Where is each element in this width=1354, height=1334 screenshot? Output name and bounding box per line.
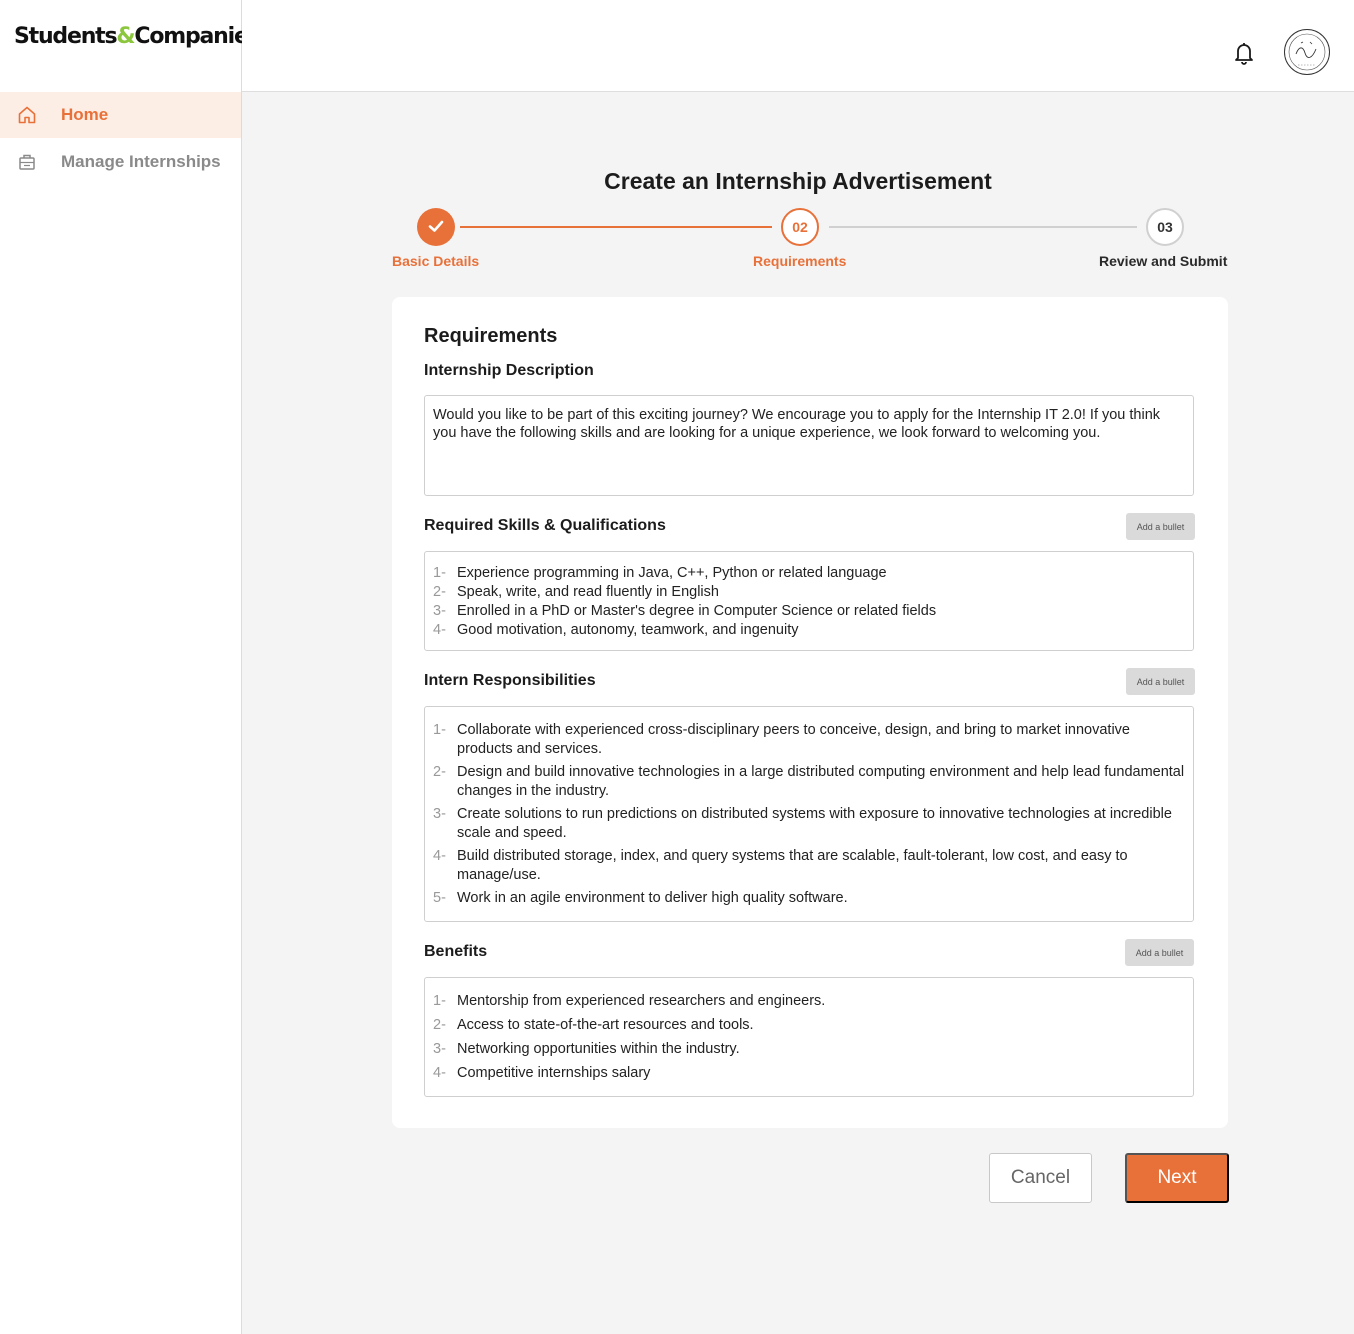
- list-item-number: 3-: [433, 603, 446, 619]
- list-item-text: Create solutions to run predictions on d…: [457, 806, 1172, 841]
- list-item-text: Access to state-of-the-art resources and…: [457, 1017, 754, 1033]
- list-item-number: 3-: [433, 806, 446, 822]
- list-item-number: 2-: [433, 1017, 446, 1033]
- step-3-indicator[interactable]: 03: [1146, 208, 1184, 246]
- list-item-text: Mentorship from experienced researchers …: [457, 993, 826, 1009]
- sidebar-item-label: Home: [61, 105, 109, 124]
- benefits-list: 1- Mentorship from experienced researcher…: [433, 992, 1185, 1083]
- list-item-text: Design and build innovative technologies…: [457, 764, 1185, 799]
- top-header: [242, 0, 1354, 92]
- company-logo-icon: [1288, 33, 1326, 71]
- list-item: 2- Design and build innovative technologi…: [433, 763, 1185, 801]
- skills-add-bullet-button[interactable]: Add a bullet: [1126, 513, 1195, 540]
- list-item-number: 4-: [433, 848, 446, 864]
- benefits-add-bullet-button[interactable]: Add a bullet: [1125, 939, 1194, 966]
- step-2-label[interactable]: Requirements: [753, 253, 846, 269]
- briefcase-icon: [17, 152, 37, 172]
- list-item: 1- Collaborate with experienced cross-dis…: [433, 721, 1185, 759]
- list-item-number: 1-: [433, 993, 446, 1009]
- stepper-connector-pending: [829, 226, 1137, 228]
- step-2-indicator[interactable]: 02: [781, 208, 819, 246]
- benefits-label: Benefits: [424, 943, 488, 960]
- responsibilities-add-bullet-button[interactable]: Add a bullet: [1126, 668, 1195, 695]
- list-item: 3- Create solutions to run predictions on…: [433, 805, 1185, 843]
- list-item-text: Work in an agile environment to deliver …: [457, 890, 848, 906]
- description-text: Would you like to be part of this exciti…: [433, 407, 1161, 441]
- list-item-text: Good motivation, autonomy, teamwork, and…: [457, 622, 799, 638]
- page-title: Create an Internship Advertisement: [604, 168, 992, 194]
- skills-list-field[interactable]: 1- Experience programming in Java, C++, P…: [424, 551, 1194, 651]
- description-label: Internship Description: [424, 362, 594, 379]
- list-item-number: 5-: [433, 890, 446, 906]
- benefits-list-field[interactable]: 1- Mentorship from experienced researcher…: [424, 977, 1194, 1097]
- list-item: 2- Access to state-of-the-art resources a…: [433, 1016, 1185, 1035]
- skills-label: Required Skills & Qualifications: [424, 517, 666, 534]
- list-item-text: Collaborate with experienced cross-disci…: [457, 722, 1130, 757]
- stepper-connector-completed: [460, 226, 772, 228]
- list-item: 5- Work in an agile environment to delive…: [433, 889, 1185, 908]
- list-item: 1- Mentorship from experienced researcher…: [433, 992, 1185, 1011]
- list-item-number: 4-: [433, 1065, 446, 1081]
- step-3-label[interactable]: Review and Submit: [1099, 253, 1227, 269]
- list-item-text: Networking opportunities within the indu…: [457, 1041, 740, 1057]
- logo-text-companies: Companies: [134, 24, 260, 49]
- step-1-indicator[interactable]: [417, 208, 455, 246]
- responsibilities-list: 1- Collaborate with experienced cross-dis…: [433, 721, 1185, 908]
- list-item: 4- Competitive internships salary: [433, 1064, 1185, 1083]
- list-item: 3- Networking opportunities within the in…: [433, 1040, 1185, 1059]
- sidebar-item-manage-internships[interactable]: Manage Internships: [0, 139, 241, 185]
- list-item: 4- Good motivation, autonomy, teamwork, a…: [433, 621, 1185, 640]
- sidebar-item-label: Manage Internships: [61, 152, 221, 171]
- list-item-number: 3-: [433, 1041, 446, 1057]
- avatar[interactable]: [1284, 29, 1330, 75]
- requirements-card: Requirements Internship Description Woul…: [392, 297, 1228, 1128]
- responsibilities-label: Intern Responsibilities: [424, 672, 596, 689]
- list-item-number: 2-: [433, 764, 446, 780]
- list-item-text: Build distributed storage, index, and qu…: [457, 848, 1128, 883]
- list-item-number: 1-: [433, 565, 446, 581]
- sidebar: Students&Companies Home Manage Internshi…: [0, 0, 261, 1334]
- home-icon: [17, 105, 37, 125]
- skills-list: 1- Experience programming in Java, C++, P…: [433, 564, 1185, 640]
- check-icon: [426, 216, 446, 239]
- logo-ampersand: &: [116, 24, 135, 49]
- bell-icon[interactable]: [1233, 40, 1255, 66]
- logo-text-students: Students: [14, 24, 118, 49]
- cancel-button[interactable]: Cancel: [989, 1153, 1092, 1203]
- list-item: 4- Build distributed storage, index, and …: [433, 847, 1185, 885]
- list-item-text: Enrolled in a PhD or Master's degree in …: [457, 603, 937, 619]
- next-button[interactable]: Next: [1125, 1153, 1229, 1203]
- list-item-number: 1-: [433, 722, 446, 738]
- sidebar-item-home[interactable]: Home: [0, 92, 241, 138]
- list-item: 1- Experience programming in Java, C++, P…: [433, 564, 1185, 583]
- card-title: Requirements: [424, 325, 558, 347]
- list-item-text: Speak, write, and read fluently in Engli…: [457, 584, 719, 600]
- step-1-label[interactable]: Basic Details: [392, 253, 479, 269]
- description-textarea[interactable]: Would you like to be part of this exciti…: [424, 395, 1194, 496]
- list-item-number: 2-: [433, 584, 446, 600]
- list-item: 2- Speak, write, and read fluently in Eng…: [433, 583, 1185, 602]
- brand-logo[interactable]: Students&Companies: [14, 24, 261, 49]
- responsibilities-list-field[interactable]: 1- Collaborate with experienced cross-dis…: [424, 706, 1194, 922]
- list-item-text: Competitive internships salary: [457, 1065, 651, 1081]
- list-item-text: Experience programming in Java, C++, Pyt…: [457, 565, 887, 581]
- list-item: 3- Enrolled in a PhD or Master's degree i…: [433, 602, 1185, 621]
- list-item-number: 4-: [433, 622, 446, 638]
